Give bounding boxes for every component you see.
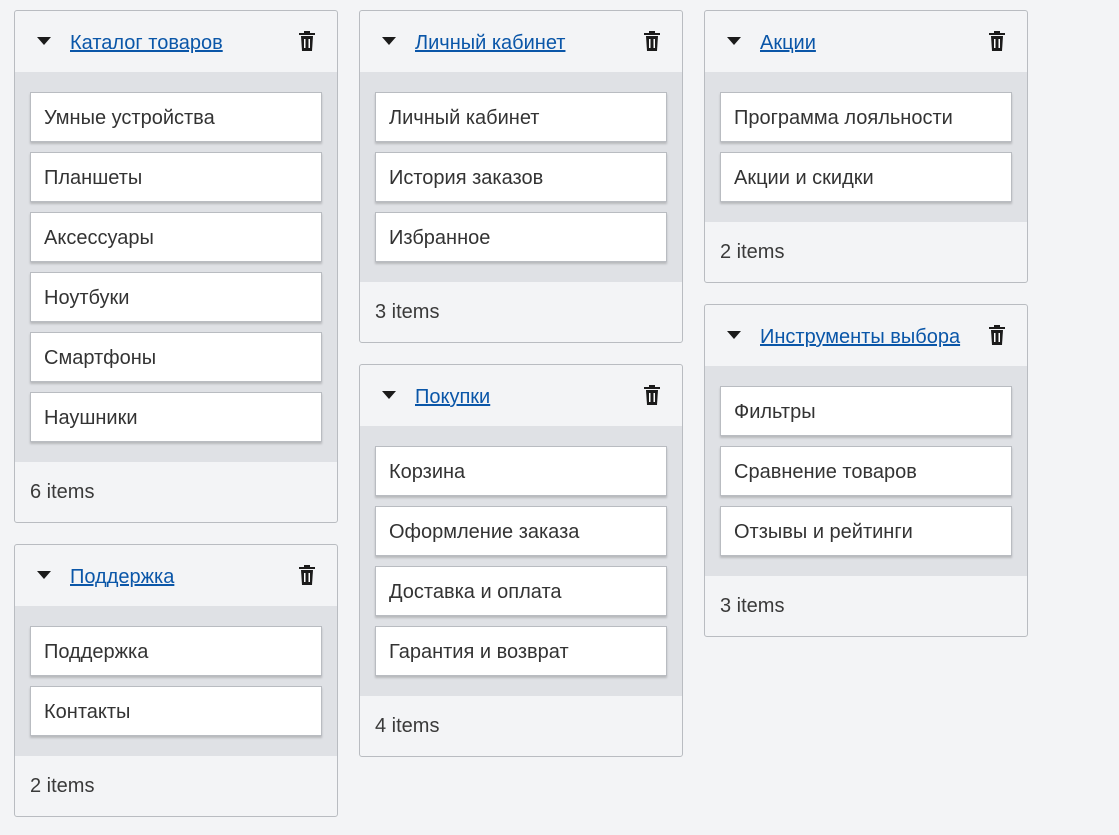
menu-group-card: Инструменты выбора Фильтры Сравнение товар… bbox=[704, 304, 1028, 637]
menu-item[interactable]: Поддержка bbox=[30, 626, 322, 676]
menu-group-card: Каталог товаров Умные устройства Планшеты А… bbox=[14, 10, 338, 523]
menu-item[interactable]: Гарантия и возврат bbox=[375, 626, 667, 676]
menu-group-card: Личный кабинет Личный кабинет История зака… bbox=[359, 10, 683, 343]
menu-item-list: Личный кабинет История заказов Избранное bbox=[360, 72, 682, 282]
menu-group-card: Поддержка Поддержка Контакты 2 items bbox=[14, 544, 338, 817]
menu-column: Личный кабинет Личный кабинет История зака… bbox=[359, 10, 683, 778]
menu-group-header: Каталог товаров bbox=[15, 11, 337, 72]
menu-item[interactable]: Контакты bbox=[30, 686, 322, 736]
menu-group-header: Покупки bbox=[360, 365, 682, 426]
menu-group-header: Поддержка bbox=[15, 545, 337, 606]
menu-item[interactable]: История заказов bbox=[375, 152, 667, 202]
menu-item[interactable]: Отзывы и рейтинги bbox=[720, 506, 1012, 556]
menu-column: Акции Программа лояльности Акции и скидки 2… bbox=[704, 10, 1028, 658]
caret-down-icon[interactable] bbox=[382, 37, 396, 45]
item-count: 3 items bbox=[720, 595, 785, 617]
menu-item[interactable]: Планшеты bbox=[30, 152, 322, 202]
menu-group-title-link[interactable]: Акции bbox=[760, 32, 816, 54]
menu-group-title-link[interactable]: Инструменты выбора bbox=[760, 326, 960, 348]
menu-group-title-link[interactable]: Покупки bbox=[415, 386, 490, 408]
caret-down-icon[interactable] bbox=[37, 37, 51, 45]
menu-item[interactable]: Аксессуары bbox=[30, 212, 322, 262]
menu-item[interactable]: Ноутбуки bbox=[30, 272, 322, 322]
caret-down-icon[interactable] bbox=[727, 331, 741, 339]
menu-group-card: Покупки Корзина Оформление заказа Доставка … bbox=[359, 364, 683, 757]
menu-item[interactable]: Смартфоны bbox=[30, 332, 322, 382]
menu-group-header: Акции bbox=[705, 11, 1027, 72]
menu-item[interactable]: Наушники bbox=[30, 392, 322, 442]
item-count: 2 items bbox=[30, 775, 95, 797]
menu-item[interactable]: Избранное bbox=[375, 212, 667, 262]
menu-group-title-link[interactable]: Каталог товаров bbox=[70, 32, 223, 54]
caret-down-icon[interactable] bbox=[727, 37, 741, 45]
menu-group-title-link[interactable]: Личный кабинет bbox=[415, 32, 565, 54]
menu-columns: Каталог товаров Умные устройства Планшеты А… bbox=[0, 0, 1119, 835]
menu-item-list: Корзина Оформление заказа Доставка и оплат… bbox=[360, 426, 682, 696]
item-count: 4 items bbox=[375, 715, 440, 737]
menu-item[interactable]: Фильтры bbox=[720, 386, 1012, 436]
caret-down-icon[interactable] bbox=[37, 571, 51, 579]
item-count: 3 items bbox=[375, 301, 440, 323]
menu-column: Каталог товаров Умные устройства Планшеты А… bbox=[14, 10, 338, 835]
trash-icon[interactable] bbox=[299, 31, 315, 51]
menu-item[interactable]: Программа лояльности bbox=[720, 92, 1012, 142]
trash-icon[interactable] bbox=[644, 31, 660, 51]
menu-group-header: Личный кабинет bbox=[360, 11, 682, 72]
menu-item-list: Поддержка Контакты bbox=[15, 606, 337, 756]
menu-item[interactable]: Сравнение товаров bbox=[720, 446, 1012, 496]
trash-icon[interactable] bbox=[989, 31, 1005, 51]
menu-item[interactable]: Личный кабинет bbox=[375, 92, 667, 142]
menu-group-card: Акции Программа лояльности Акции и скидки 2… bbox=[704, 10, 1028, 283]
caret-down-icon[interactable] bbox=[382, 391, 396, 399]
menu-item[interactable]: Доставка и оплата bbox=[375, 566, 667, 616]
menu-item[interactable]: Корзина bbox=[375, 446, 667, 496]
menu-item[interactable]: Акции и скидки bbox=[720, 152, 1012, 202]
menu-group-title-link[interactable]: Поддержка bbox=[70, 566, 174, 588]
menu-item[interactable]: Оформление заказа bbox=[375, 506, 667, 556]
item-count: 6 items bbox=[30, 481, 95, 503]
menu-item-list: Умные устройства Планшеты Аксессуары Ноутбу… bbox=[15, 72, 337, 462]
menu-item[interactable]: Умные устройства bbox=[30, 92, 322, 142]
menu-group-header: Инструменты выбора bbox=[705, 305, 1027, 366]
trash-icon[interactable] bbox=[299, 565, 315, 585]
trash-icon[interactable] bbox=[644, 385, 660, 405]
trash-icon[interactable] bbox=[989, 325, 1005, 345]
menu-item-list: Программа лояльности Акции и скидки bbox=[705, 72, 1027, 222]
menu-item-list: Фильтры Сравнение товаров Отзывы и рейтинг… bbox=[705, 366, 1027, 576]
item-count: 2 items bbox=[720, 241, 785, 263]
